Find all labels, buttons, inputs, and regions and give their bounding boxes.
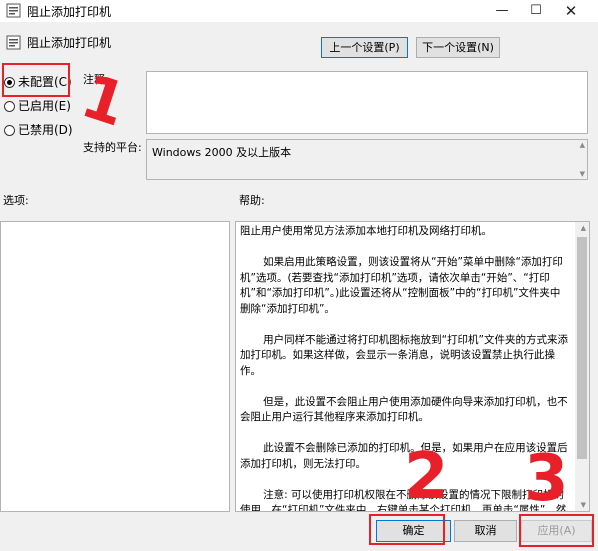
comment-textarea[interactable] xyxy=(146,71,588,134)
highlight-box-ok xyxy=(369,514,445,545)
policy-icon xyxy=(6,3,21,18)
highlight-box-not-configured xyxy=(2,63,70,97)
scroll-down-icon[interactable]: ▼ xyxy=(580,170,585,178)
options-panel xyxy=(0,221,230,512)
radio-unselected-icon xyxy=(4,101,15,112)
maximize-button[interactable]: ☐ xyxy=(518,0,554,22)
cancel-button[interactable]: 取消 xyxy=(454,520,517,542)
scroll-up-icon[interactable]: ▲ xyxy=(581,224,586,232)
close-button[interactable]: ✕ xyxy=(553,0,589,22)
policy-title: 阻止添加打印机 xyxy=(27,36,112,50)
minimize-button[interactable]: — xyxy=(484,0,520,22)
help-paragraph: 如果启用此策略设置，则该设置将从“开始”菜单中删除“添加打印机”选项。(若要查找… xyxy=(240,256,563,315)
policy-icon xyxy=(6,35,21,50)
help-label: 帮助: xyxy=(239,194,265,207)
help-paragraph: 但是，此设置不会阻止用户使用添加硬件向导来添加打印机，也不会阻止用户运行其他程序… xyxy=(240,395,568,424)
scroll-up-icon[interactable]: ▲ xyxy=(580,141,585,149)
radio-disabled[interactable]: 已禁用(D) xyxy=(4,122,73,138)
platform-value: Windows 2000 及以上版本 xyxy=(152,146,292,159)
previous-setting-button[interactable]: 上一个设置(P) xyxy=(321,37,408,58)
radio-unselected-icon xyxy=(4,125,15,136)
next-setting-button[interactable]: 下一个设置(N) xyxy=(416,37,500,58)
annotation-number: 2 xyxy=(404,440,449,514)
radio-label: 已禁用(D) xyxy=(18,123,73,137)
radio-label: 已启用(E) xyxy=(18,99,71,113)
options-label: 选项: xyxy=(3,194,29,207)
scroll-down-icon[interactable]: ▼ xyxy=(581,501,586,509)
window-title: 阻止添加打印机 xyxy=(27,5,112,19)
annotation-number: 3 xyxy=(524,442,569,516)
platform-label: 支持的平台: xyxy=(83,141,142,154)
highlight-box-apply xyxy=(519,514,594,547)
help-paragraph: 阻止用户使用常见方法添加本地打印机及网络打印机。 xyxy=(240,225,492,237)
radio-enabled[interactable]: 已启用(E) xyxy=(4,98,71,114)
help-paragraph: 用户同样不能通过将打印机图标拖放到“打印机”文件夹的方式来添加打印机。如果这样做… xyxy=(240,333,568,377)
help-scrollbar-thumb[interactable] xyxy=(577,237,587,459)
